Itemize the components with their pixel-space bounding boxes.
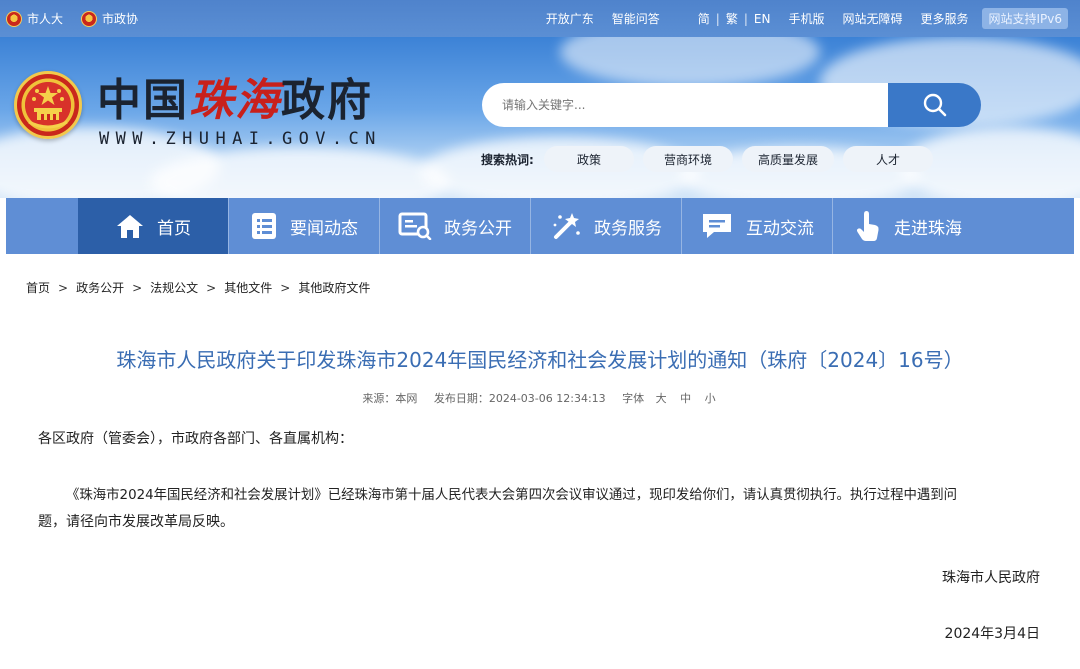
breadcrumb: 首页 > 政务公开 > 法规公文 > 其他文件 > 其他政府文件	[26, 279, 370, 296]
nav-item-about-zhuhai[interactable]: 走进珠海	[833, 198, 983, 254]
hot-word-tag[interactable]: 人才	[843, 146, 933, 172]
article-body-line2: 题，请径向市发展改革局反映。	[38, 514, 234, 530]
article-sign-date: 2024年3月4日	[944, 626, 1040, 642]
link-mobile-version[interactable]: 手机版	[788, 10, 824, 27]
emblem-icon	[81, 10, 98, 27]
hand-pointer-icon	[856, 211, 879, 241]
lang-english[interactable]: EN	[754, 12, 771, 26]
font-size-medium[interactable]: 中	[680, 392, 691, 405]
link-open-guangdong[interactable]: 开放广东	[546, 10, 594, 27]
service-icon	[553, 213, 580, 239]
nav-item-label: 互动交流	[746, 218, 814, 239]
header-banner: 中国珠海政府 WWW.ZHUHAI.GOV.CN 搜索热词: 政策 营商环境 高…	[0, 37, 1080, 198]
article-salutation: 各区政府（管委会），市政府各部门、各直属机构：	[38, 431, 353, 447]
home-icon	[117, 215, 143, 238]
breadcrumb-separator: >	[132, 280, 143, 295]
nav-item-services[interactable]: 政务服务	[531, 198, 681, 254]
breadcrumb-home[interactable]: 首页	[26, 279, 50, 296]
cloud-decoration	[560, 37, 820, 87]
ipv6-badge: 网站支持IPv6	[982, 8, 1068, 29]
site-title: 中国珠海政府	[97, 77, 373, 125]
emblem-icon	[6, 10, 22, 27]
top-utility-bar: 市人大 市政协 开放广东 智能问答 简 | 繁 | EN 手机版 网站无障碍 更…	[0, 0, 1080, 37]
site-title-part1: 中国	[97, 75, 189, 126]
breadcrumb-disclosure[interactable]: 政务公开	[76, 279, 124, 296]
link-cppcc-label: 市政协	[102, 12, 139, 26]
link-cppcc[interactable]: 市政协	[81, 10, 138, 27]
link-accessibility[interactable]: 网站无障碍	[842, 10, 902, 27]
article-body-line1: 《珠海市2024年国民经济和社会发展计划》已经珠海市第十届人民代表大会第四次会议…	[66, 488, 958, 503]
link-municipal-congress[interactable]: 市人大	[6, 10, 63, 27]
news-icon	[252, 213, 276, 239]
font-size-small[interactable]: 小	[705, 392, 716, 405]
site-title-part3: 政府	[281, 75, 373, 126]
hot-words-label: 搜索热词:	[481, 153, 534, 167]
hot-word-tag[interactable]: 高质量发展	[742, 146, 834, 172]
link-more-services[interactable]: 更多服务	[920, 10, 968, 27]
breadcrumb-other-files[interactable]: 其他文件	[224, 279, 272, 296]
font-size-label: 字体	[622, 392, 645, 405]
search-input[interactable]	[482, 83, 888, 127]
nav-item-home[interactable]: 首页	[78, 198, 228, 254]
national-emblem-icon	[14, 71, 82, 139]
nav-item-news[interactable]: 要闻动态	[229, 198, 379, 254]
link-smart-qa[interactable]: 智能问答	[612, 10, 660, 27]
search-button[interactable]	[888, 83, 981, 127]
font-size-large[interactable]: 大	[656, 392, 667, 405]
disclosure-icon	[398, 212, 432, 240]
breadcrumb-separator: >	[206, 280, 217, 295]
site-url: WWW.ZHUHAI.GOV.CN	[99, 129, 382, 149]
breadcrumb-separator: >	[280, 280, 291, 295]
nav-item-interaction[interactable]: 互动交流	[682, 198, 832, 254]
nav-item-label: 政务公开	[444, 218, 512, 239]
search-icon	[923, 93, 946, 117]
hot-word-tag[interactable]: 营商环境	[643, 146, 733, 172]
article-signature: 珠海市人民政府	[942, 570, 1040, 586]
nav-item-label: 走进珠海	[894, 218, 962, 239]
chat-icon	[703, 214, 731, 238]
article-source: 来源：本网	[362, 392, 418, 405]
article-panel: 首页 > 政务公开 > 法规公文 > 其他文件 > 其他政府文件 珠海市人民政府…	[6, 254, 1074, 669]
hot-word-tag[interactable]: 政策	[544, 146, 634, 172]
nav-item-label: 首页	[157, 218, 191, 239]
article-date: 发布日期：2024-03-06 12:34:13	[433, 392, 606, 405]
nav-item-disclosure[interactable]: 政务公开	[380, 198, 530, 254]
lang-separator: |	[715, 11, 720, 26]
lang-traditional[interactable]: 繁	[726, 10, 738, 27]
site-title-city: 珠海	[189, 75, 281, 126]
article-title: 珠海市人民政府关于印发珠海市2024年国民经济和社会发展计划的通知（珠府〔202…	[116, 348, 964, 372]
breadcrumb-regulations[interactable]: 法规公文	[150, 279, 198, 296]
link-municipal-congress-label: 市人大	[27, 12, 64, 26]
language-switcher: 简 | 繁 | EN	[698, 10, 771, 27]
breadcrumb-other-gov-files[interactable]: 其他政府文件	[298, 279, 370, 296]
nav-item-label: 要闻动态	[290, 218, 358, 239]
breadcrumb-separator: >	[58, 280, 69, 295]
lang-simplified[interactable]: 简	[698, 10, 710, 27]
main-nav: 首页 要闻动态 政务公开 政务服务 互动交流 走进珠海	[6, 198, 1074, 254]
lang-separator: |	[743, 11, 748, 26]
article-meta: 来源：本网 发布日期：2024-03-06 12:34:13 字体 大 中 小	[6, 390, 1074, 406]
nav-item-label: 政务服务	[594, 218, 662, 239]
